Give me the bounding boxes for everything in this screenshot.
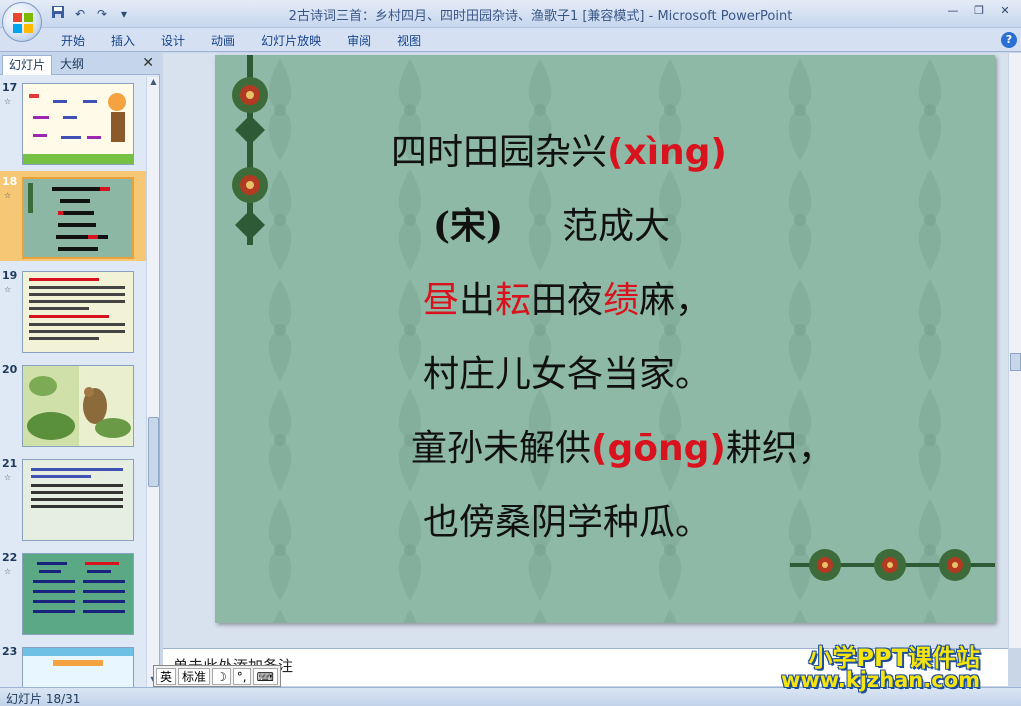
line1-char: 出 <box>459 280 496 321</box>
tab-animations[interactable]: 动画 <box>198 31 248 51</box>
tab-review[interactable]: 审阅 <box>334 31 384 51</box>
slide-number: 21 <box>2 457 18 470</box>
line1-char: 耘 <box>495 280 532 321</box>
poem-line-2: 村庄儿女各当家。 <box>423 354 712 395</box>
thumbnail-row[interactable]: 22 ☆ <box>0 547 146 637</box>
animation-icon: ☆ <box>4 473 12 482</box>
minimize-icon[interactable]: — <box>941 2 965 20</box>
title-text: 四时田园杂兴 <box>391 132 608 173</box>
poem-author-line: (宋) 范成大 <box>433 197 670 249</box>
poem-line-1: 昼出耘田夜绩麻， <box>423 271 711 323</box>
ime-logo-icon[interactable]: 英 <box>156 667 177 685</box>
ime-toolbar: 英 标准 ☽ °, ⌨ <box>153 665 281 687</box>
tab-slideshow[interactable]: 幻灯片放映 <box>248 31 334 51</box>
current-slide[interactable]: 四时田园杂兴(xìng) (宋) 范成大 昼出耘田夜绩麻， 村庄儿女各当家。 童… <box>215 55 995 623</box>
line1-char: 麻， <box>639 280 712 321</box>
close-icon[interactable]: ✕ <box>993 2 1017 20</box>
slide-number: 20 <box>2 363 18 376</box>
help-icon[interactable]: ? <box>1001 32 1017 48</box>
slide-number: 19 <box>2 269 18 282</box>
line3-text: 童孙未解供 <box>411 428 592 469</box>
poem-line-3: 童孙未解供(gōng)耕织， <box>411 419 834 471</box>
scrollbar-thumb[interactable] <box>148 417 159 487</box>
line1-char: 田夜 <box>531 280 604 321</box>
line3-text: 耕织， <box>725 428 834 469</box>
punctuation-icon[interactable]: °, <box>232 667 251 685</box>
restore-icon[interactable]: ❐ <box>967 2 991 20</box>
poem-line-4: 也傍桑阴学种瓜。 <box>423 502 712 543</box>
slide-position: 幻灯片 18/31 <box>6 692 81 706</box>
slide-thumbnail-17[interactable] <box>22 83 134 165</box>
thumbnail-row[interactable]: 21 ☆ <box>0 453 146 543</box>
window-controls: — ❐ ✕ <box>941 2 1017 20</box>
slide-number: 18 <box>2 175 18 188</box>
tab-home[interactable]: 开始 <box>48 31 98 51</box>
thumbnails-scrollbar[interactable]: ▲ ▼ <box>146 77 159 687</box>
slide-thumbnail-22[interactable] <box>22 553 134 635</box>
slide-editor: 四时田园杂兴(xìng) (宋) 范成大 昼出耘田夜绩麻， 村庄儿女各当家。 童… <box>163 53 1008 648</box>
panel-tabs: 幻灯片 大纲 ✕ <box>0 53 160 75</box>
slide-number: 23 <box>2 645 18 658</box>
slides-panel: 幻灯片 大纲 ✕ 17 ☆ 18 ☆ 19 ☆ 20 21 ☆ 22 ☆ 23 … <box>0 53 160 687</box>
half-width-icon[interactable]: ☽ <box>212 667 231 685</box>
slide-thumbnail-18[interactable] <box>22 177 134 259</box>
line1-char: 昼 <box>423 280 460 321</box>
animation-icon: ☆ <box>4 285 12 294</box>
animation-icon: ☆ <box>4 567 12 576</box>
site-watermark: 小学PPT课件站 www.kjzhan.com <box>772 638 1002 694</box>
poem-text: 四时田园杂兴(xìng) (宋) 范成大 昼出耘田夜绩麻， 村庄儿女各当家。 童… <box>215 55 995 623</box>
slide-number: 22 <box>2 551 18 564</box>
ribbon: 开始 插入 设计 动画 幻灯片放映 审阅 视图 ? <box>0 28 1021 52</box>
thumbnail-row-selected[interactable]: 18 ☆ <box>0 171 146 261</box>
slide-scrollbar[interactable] <box>1008 53 1021 648</box>
office-logo-icon <box>13 13 33 33</box>
thumbnail-row[interactable]: 20 <box>0 359 146 449</box>
ime-mode[interactable]: 标准 <box>178 667 211 685</box>
title-pinyin: (xìng) <box>607 132 727 173</box>
slide-thumbnails: 17 ☆ 18 ☆ 19 ☆ 20 21 ☆ 22 ☆ 23 <box>0 77 146 687</box>
dynasty: (宋) <box>433 205 504 247</box>
tab-design[interactable]: 设计 <box>148 31 198 51</box>
thumbnail-row[interactable]: 17 ☆ <box>0 77 146 167</box>
slide-thumbnail-23[interactable] <box>22 647 134 687</box>
author: 范成大 <box>561 206 670 247</box>
close-panel-icon[interactable]: ✕ <box>142 55 154 71</box>
scrollbar-thumb[interactable] <box>1010 353 1021 371</box>
window-title: 2古诗词三首：乡村四月、四时田园杂诗、渔歌子1 [兼容模式] - Microso… <box>288 9 793 24</box>
scroll-up-icon[interactable]: ▲ <box>147 77 160 89</box>
poem-title: 四时田园杂兴(xìng) <box>391 123 727 175</box>
thumbnail-row[interactable]: 19 ☆ <box>0 265 146 355</box>
slide-thumbnail-19[interactable] <box>22 271 134 353</box>
animation-icon: ☆ <box>4 191 12 200</box>
tab-slides[interactable]: 幻灯片 <box>2 55 53 75</box>
line1-char: 绩 <box>603 280 640 321</box>
line3-pinyin: (gōng) <box>591 428 726 469</box>
office-button[interactable] <box>2 2 42 42</box>
slide-thumbnail-21[interactable] <box>22 459 134 541</box>
title-bar: ↶ ↷ ▾ 2古诗词三首：乡村四月、四时田园杂诗、渔歌子1 [兼容模式] - M… <box>0 0 1021 28</box>
animation-icon: ☆ <box>4 97 12 106</box>
slide-thumbnail-20[interactable] <box>22 365 134 447</box>
tab-insert[interactable]: 插入 <box>98 31 148 51</box>
powerpoint-window: ↶ ↷ ▾ 2古诗词三首：乡村四月、四时田园杂诗、渔歌子1 [兼容模式] - M… <box>0 0 1021 706</box>
tab-view[interactable]: 视图 <box>384 31 434 51</box>
ribbon-tabs: 开始 插入 设计 动画 幻灯片放映 审阅 视图 <box>48 31 434 51</box>
tab-outline[interactable]: 大纲 <box>54 55 90 75</box>
slide-number: 17 <box>2 81 18 94</box>
thumbnail-row[interactable]: 23 <box>0 641 146 687</box>
watermark-line-2: www.kjzhan.com <box>780 668 980 692</box>
soft-keyboard-icon[interactable]: ⌨ <box>252 667 278 685</box>
